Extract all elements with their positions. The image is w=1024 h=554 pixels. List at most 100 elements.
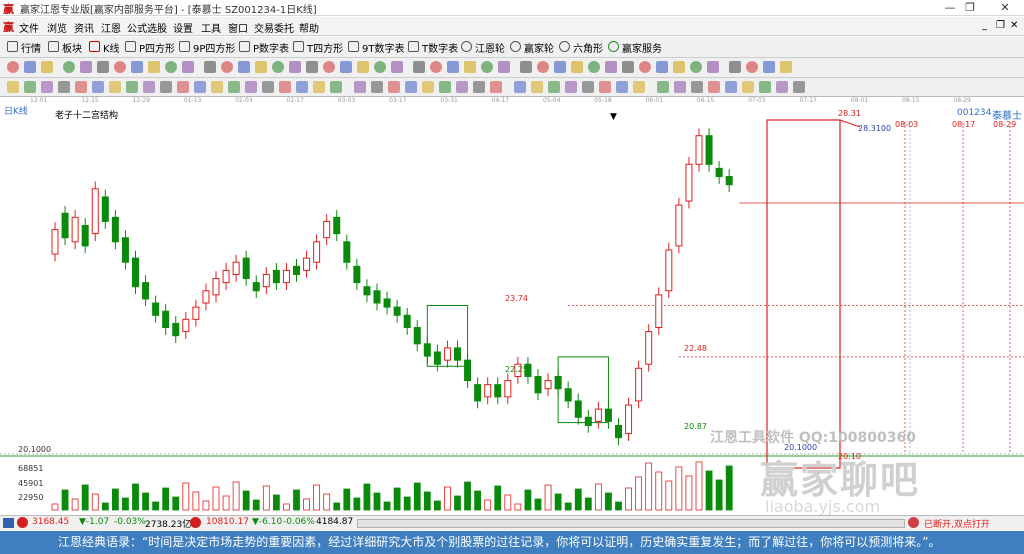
tool-icon[interactable]	[374, 61, 386, 73]
tool-icon[interactable]	[148, 61, 160, 73]
tool-icon[interactable]	[24, 61, 36, 73]
gann-wheel-button[interactable]: 江恩轮	[461, 40, 505, 55]
t-number-table-button[interactable]: T数字表	[408, 40, 458, 55]
tool-icon[interactable]	[481, 61, 493, 73]
analysis-tool-icon[interactable]	[7, 81, 19, 93]
tool-icon[interactable]	[605, 61, 617, 73]
analysis-tool-icon[interactable]	[708, 81, 720, 93]
tool-icon[interactable]	[41, 61, 53, 73]
analysis-tool-icon[interactable]	[473, 81, 485, 93]
menu-settings[interactable]: 设置	[173, 20, 193, 35]
tool-icon[interactable]	[289, 61, 301, 73]
tool-icon[interactable]	[272, 61, 284, 73]
tool-icon[interactable]	[97, 61, 109, 73]
tool-icon[interactable]	[306, 61, 318, 73]
menu-formula[interactable]: 公式选股	[127, 20, 167, 35]
analysis-tool-icon[interactable]	[41, 81, 53, 93]
tool-icon[interactable]	[498, 61, 510, 73]
analysis-tool-icon[interactable]	[422, 81, 434, 93]
tool-icon[interactable]	[447, 61, 459, 73]
analysis-tool-icon[interactable]	[742, 81, 754, 93]
tool-icon[interactable]	[639, 61, 651, 73]
menu-file[interactable]: 文件	[19, 20, 39, 35]
analysis-tool-icon[interactable]	[24, 81, 36, 93]
tool-icon[interactable]	[690, 61, 702, 73]
analysis-tool-icon[interactable]	[160, 81, 172, 93]
tool-icon[interactable]	[520, 61, 532, 73]
analysis-tool-icon[interactable]	[657, 81, 669, 93]
tool-icon[interactable]	[588, 61, 600, 73]
close-button[interactable]: ✕	[990, 0, 1020, 16]
analysis-tool-icon[interactable]	[313, 81, 325, 93]
analysis-tool-icon[interactable]	[211, 81, 223, 93]
tool-icon[interactable]	[656, 61, 668, 73]
tool-icon[interactable]	[204, 61, 216, 73]
tool-icon[interactable]	[323, 61, 335, 73]
connection-status[interactable]: 已断开,双点打开	[924, 517, 990, 530]
menu-gann[interactable]: 江恩	[101, 20, 121, 35]
tool-icon[interactable]	[464, 61, 476, 73]
analysis-tool-icon[interactable]	[388, 81, 400, 93]
analysis-tool-icon[interactable]	[354, 81, 366, 93]
tool-icon[interactable]	[165, 61, 177, 73]
analysis-tool-icon[interactable]	[143, 81, 155, 93]
menu-window[interactable]: 窗口	[228, 20, 248, 35]
analysis-tool-icon[interactable]	[439, 81, 451, 93]
analysis-tool-icon[interactable]	[548, 81, 560, 93]
analysis-tool-icon[interactable]	[405, 81, 417, 93]
tool-icon[interactable]	[729, 61, 741, 73]
analysis-tool-icon[interactable]	[58, 81, 70, 93]
analysis-tool-icon[interactable]	[75, 81, 87, 93]
9p-square-button[interactable]: 9P四方形	[179, 40, 235, 55]
analysis-tool-icon[interactable]	[582, 81, 594, 93]
tool-icon[interactable]	[780, 61, 792, 73]
tool-icon[interactable]	[80, 61, 92, 73]
tool-icon[interactable]	[763, 61, 775, 73]
tool-icon[interactable]	[340, 61, 352, 73]
mdi-minimize-button[interactable]: _	[982, 20, 987, 31]
analysis-tool-icon[interactable]	[456, 81, 468, 93]
analysis-tool-icon[interactable]	[793, 81, 805, 93]
tool-icon[interactable]	[622, 61, 634, 73]
sector-button[interactable]: 板块	[48, 40, 82, 55]
analysis-tool-icon[interactable]	[599, 81, 611, 93]
p-number-table-button[interactable]: P数字表	[239, 40, 289, 55]
chevron-down-icon[interactable]: ▼	[610, 112, 617, 122]
analysis-tool-icon[interactable]	[296, 81, 308, 93]
analysis-tool-icon[interactable]	[126, 81, 138, 93]
t-square-button[interactable]: T四方形	[293, 40, 343, 55]
tool-icon[interactable]	[554, 61, 566, 73]
9t-number-table-button[interactable]: 9T数字表	[348, 40, 404, 55]
tool-icon[interactable]	[430, 61, 442, 73]
horizontal-scrollbar[interactable]	[357, 519, 905, 528]
maximize-button[interactable]: ❐	[955, 0, 985, 16]
tool-icon[interactable]	[182, 61, 194, 73]
analysis-tool-icon[interactable]	[92, 81, 104, 93]
tool-icon[interactable]	[238, 61, 250, 73]
tool-icon[interactable]	[7, 61, 19, 73]
tool-icon[interactable]	[571, 61, 583, 73]
analysis-tool-icon[interactable]	[514, 81, 526, 93]
tool-icon[interactable]	[707, 61, 719, 73]
kline-button[interactable]: K线	[89, 40, 120, 55]
grid-icon[interactable]	[3, 518, 14, 528]
tool-icon[interactable]	[131, 61, 143, 73]
tool-icon[interactable]	[221, 61, 233, 73]
tool-icon[interactable]	[673, 61, 685, 73]
tool-icon[interactable]	[255, 61, 267, 73]
mdi-close-button[interactable]: ✕	[1010, 20, 1018, 31]
analysis-tool-icon[interactable]	[490, 81, 502, 93]
analysis-tool-icon[interactable]	[109, 81, 121, 93]
analysis-tool-icon[interactable]	[776, 81, 788, 93]
analysis-tool-icon[interactable]	[330, 81, 342, 93]
kline-chart[interactable]: 日K线 老子十二宫结构 ▼ 001234 泰慕士 28.31 28.3100 0…	[0, 107, 1024, 516]
tool-icon[interactable]	[413, 61, 425, 73]
analysis-tool-icon[interactable]	[674, 81, 686, 93]
analysis-tool-icon[interactable]	[194, 81, 206, 93]
quote-button[interactable]: 行情	[7, 40, 41, 55]
menu-info[interactable]: 资讯	[74, 20, 94, 35]
p-square-button[interactable]: P四方形	[125, 40, 175, 55]
analysis-tool-icon[interactable]	[725, 81, 737, 93]
menu-browse[interactable]: 浏览	[47, 20, 67, 35]
analysis-tool-icon[interactable]	[616, 81, 628, 93]
